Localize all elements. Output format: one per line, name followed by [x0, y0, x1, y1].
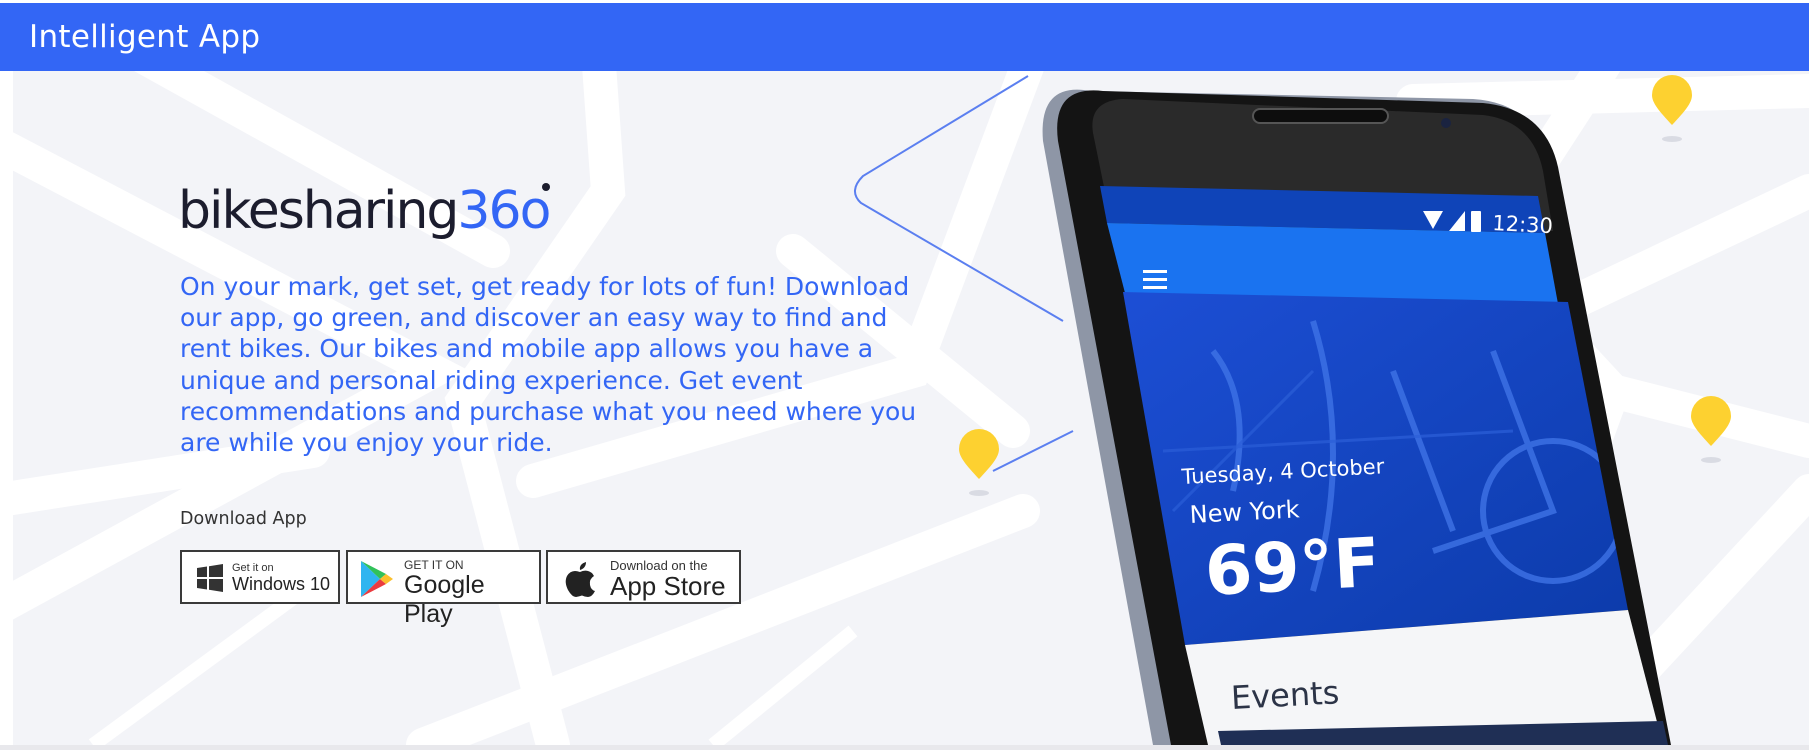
- apple-badge-big-text: App Store: [610, 571, 726, 601]
- weather-city: New York: [1189, 495, 1301, 529]
- hamburger-menu-icon[interactable]: [1141, 267, 1171, 293]
- hero-section: 12:30 Tuesday, 4 October New York 69°F E…: [13, 71, 1809, 745]
- hero-description: On your mark, get set, get ready for lot…: [180, 272, 917, 458]
- logo-text-part1: bikesharing: [178, 181, 459, 241]
- windows-logo-icon: [197, 564, 223, 592]
- bikesharing360-logo: bikesharing36o: [178, 181, 551, 241]
- logo-text-part2: 36o: [457, 181, 551, 241]
- windows-badge-big-text: Windows 10: [232, 574, 331, 594]
- app-header: Intelligent App: [0, 3, 1809, 71]
- google-badge-small-text: GET IT ON: [404, 558, 464, 572]
- page-bottom-border: [0, 745, 1809, 750]
- weather-temperature: 69°F: [1203, 523, 1382, 612]
- google-play-button[interactable]: GET IT ON Google Play: [346, 550, 541, 628]
- app-title: Intelligent App: [29, 19, 261, 55]
- signal-icons: [1423, 211, 1481, 232]
- google-badge-big-text: Google Play: [404, 571, 485, 628]
- apple-logo-icon: [565, 562, 595, 597]
- download-app-label: Download App: [180, 509, 307, 529]
- events-heading: Events: [1230, 673, 1341, 717]
- google-play-icon: [361, 561, 393, 597]
- status-time: 12:30: [1491, 211, 1554, 239]
- logo-dot: [542, 183, 550, 191]
- windows-store-button[interactable]: Get it on Windows 10: [180, 550, 340, 604]
- app-store-button[interactable]: Download on the App Store: [546, 550, 741, 604]
- windows-badge-small-text: Get it on: [232, 562, 274, 574]
